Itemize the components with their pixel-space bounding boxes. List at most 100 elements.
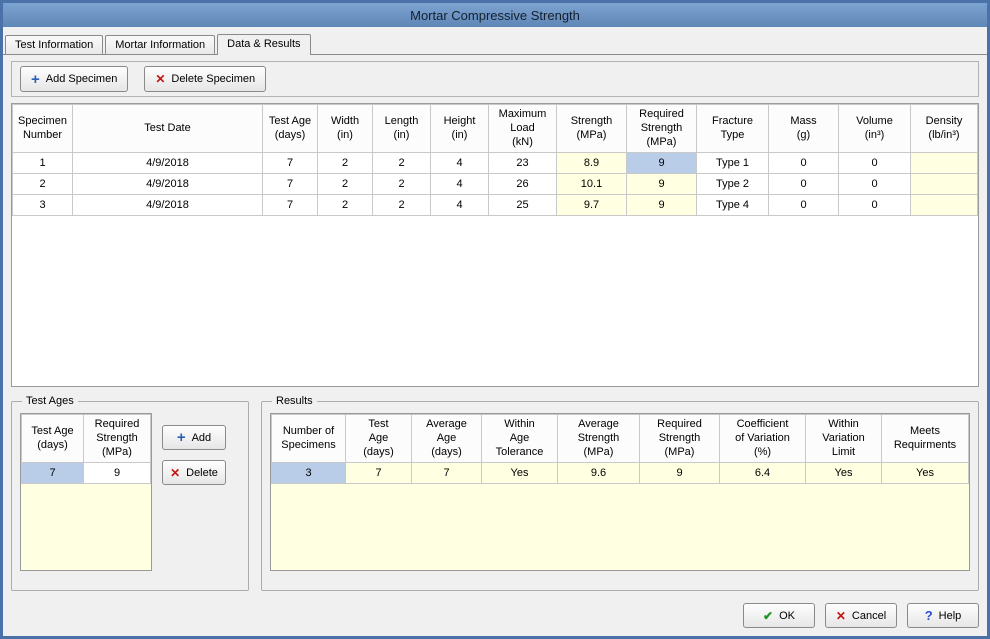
table-cell[interactable]: 7 bbox=[412, 463, 482, 484]
test-ages-title: Test Ages bbox=[22, 395, 78, 407]
table-cell[interactable]: 4/9/2018 bbox=[73, 174, 263, 195]
specimen-header-row: Specimen NumberTest DateTest Age (days)W… bbox=[13, 105, 978, 153]
column-header: Strength (MPa) bbox=[557, 105, 627, 153]
table-cell[interactable]: 0 bbox=[769, 153, 839, 174]
column-header: Required Strength (MPa) bbox=[84, 415, 151, 463]
column-header: Average Strength (MPa) bbox=[558, 415, 640, 463]
column-header: Mass (g) bbox=[769, 105, 839, 153]
table-cell[interactable]: 4/9/2018 bbox=[73, 153, 263, 174]
table-cell[interactable]: 0 bbox=[839, 174, 911, 195]
footer: ✔ OK ✕ Cancel ? Help bbox=[11, 595, 979, 628]
table-row: 14/9/20187224238.99Type 100 bbox=[13, 153, 978, 174]
table-cell[interactable]: 9 bbox=[640, 463, 720, 484]
tab-data-results[interactable]: Data & Results bbox=[217, 34, 310, 55]
table-cell[interactable]: 4 bbox=[431, 174, 489, 195]
table-cell[interactable]: 2 bbox=[318, 153, 373, 174]
cancel-icon: ✕ bbox=[836, 610, 846, 622]
table-cell[interactable]: 6.4 bbox=[720, 463, 806, 484]
ok-button[interactable]: ✔ OK bbox=[743, 603, 815, 628]
results-title: Results bbox=[272, 395, 317, 407]
help-label: Help bbox=[939, 610, 962, 622]
add-test-age-button[interactable]: + Add bbox=[162, 425, 226, 450]
dialog-window: Mortar Compressive Strength Test Informa… bbox=[0, 0, 990, 639]
table-cell[interactable]: 3 bbox=[272, 463, 346, 484]
results-grid: Number of SpecimensTest Age (days)Averag… bbox=[270, 413, 970, 571]
column-header: Maximum Load (kN) bbox=[489, 105, 557, 153]
column-header: Required Strength (MPa) bbox=[627, 105, 697, 153]
table-cell[interactable]: Type 1 bbox=[697, 153, 769, 174]
table-cell[interactable] bbox=[911, 153, 978, 174]
table-cell[interactable]: Type 2 bbox=[697, 174, 769, 195]
column-header: Height (in) bbox=[431, 105, 489, 153]
table-cell[interactable]: 9 bbox=[84, 463, 151, 484]
column-header: Test Age (days) bbox=[263, 105, 318, 153]
table-cell[interactable]: 9 bbox=[627, 153, 697, 174]
delete-test-age-button[interactable]: ✕ Delete bbox=[162, 460, 226, 485]
tab-mortar-information[interactable]: Mortar Information bbox=[105, 35, 215, 54]
table-row: 79 bbox=[22, 463, 151, 484]
table-cell[interactable]: 2 bbox=[373, 174, 431, 195]
table-cell[interactable]: 2 bbox=[373, 195, 431, 216]
delete-icon: ✕ bbox=[155, 73, 165, 85]
table-cell[interactable] bbox=[911, 174, 978, 195]
table-cell[interactable]: 0 bbox=[839, 195, 911, 216]
table-cell[interactable]: 2 bbox=[13, 174, 73, 195]
table-cell[interactable]: 25 bbox=[489, 195, 557, 216]
table-cell[interactable]: 2 bbox=[318, 195, 373, 216]
table-cell[interactable]: 23 bbox=[489, 153, 557, 174]
table-cell[interactable]: 9 bbox=[627, 174, 697, 195]
table-cell[interactable]: 8.9 bbox=[557, 153, 627, 174]
table-cell[interactable]: 9.7 bbox=[557, 195, 627, 216]
tab-strip: Test Information Mortar Information Data… bbox=[3, 27, 987, 55]
titlebar: Mortar Compressive Strength bbox=[3, 3, 987, 27]
table-cell[interactable]: 7 bbox=[22, 463, 84, 484]
specimen-grid: Specimen NumberTest DateTest Age (days)W… bbox=[11, 103, 979, 387]
table-cell[interactable]: Yes bbox=[806, 463, 882, 484]
table-cell[interactable]: 0 bbox=[769, 174, 839, 195]
table-cell[interactable] bbox=[911, 195, 978, 216]
table-cell[interactable]: 9 bbox=[627, 195, 697, 216]
table-cell[interactable]: 4 bbox=[431, 153, 489, 174]
table-cell[interactable]: Yes bbox=[482, 463, 558, 484]
column-header: Width (in) bbox=[318, 105, 373, 153]
table-cell[interactable]: Yes bbox=[882, 463, 969, 484]
ok-label: OK bbox=[779, 610, 795, 622]
column-header: Within Age Tolerance bbox=[482, 415, 558, 463]
table-cell[interactable]: 3 bbox=[13, 195, 73, 216]
table-cell[interactable]: 7 bbox=[346, 463, 412, 484]
bottom-panels: Test Ages Test Age (days)Required Streng… bbox=[11, 395, 979, 591]
test-ages-group: Test Ages Test Age (days)Required Streng… bbox=[11, 395, 249, 591]
column-header: Within Variation Limit bbox=[806, 415, 882, 463]
results-table: Number of SpecimensTest Age (days)Averag… bbox=[271, 414, 969, 484]
table-cell[interactable]: 4 bbox=[431, 195, 489, 216]
table-cell[interactable]: Type 4 bbox=[697, 195, 769, 216]
plus-icon: + bbox=[177, 430, 186, 445]
column-header: Required Strength (MPa) bbox=[640, 415, 720, 463]
delete-specimen-button[interactable]: ✕ Delete Specimen bbox=[144, 66, 266, 92]
tab-content: + Add Specimen ✕ Delete Specimen Specime… bbox=[3, 55, 987, 636]
column-header: Coefficient of Variation (%) bbox=[720, 415, 806, 463]
cancel-button[interactable]: ✕ Cancel bbox=[825, 603, 897, 628]
table-cell[interactable]: 26 bbox=[489, 174, 557, 195]
add-specimen-button[interactable]: + Add Specimen bbox=[20, 66, 128, 92]
table-cell[interactable]: 4/9/2018 bbox=[73, 195, 263, 216]
table-cell[interactable]: 2 bbox=[318, 174, 373, 195]
table-cell[interactable]: 2 bbox=[373, 153, 431, 174]
column-header: Test Date bbox=[73, 105, 263, 153]
test-ages-header-row: Test Age (days)Required Strength (MPa) bbox=[22, 415, 151, 463]
table-cell[interactable]: 0 bbox=[839, 153, 911, 174]
table-cell[interactable]: 1 bbox=[13, 153, 73, 174]
tab-test-information[interactable]: Test Information bbox=[5, 35, 103, 54]
delete-icon: ✕ bbox=[170, 467, 180, 479]
test-ages-buttons: + Add ✕ Delete bbox=[162, 413, 226, 582]
test-ages-table: Test Age (days)Required Strength (MPa) 7… bbox=[21, 414, 151, 484]
table-cell[interactable]: 9.6 bbox=[558, 463, 640, 484]
table-cell[interactable]: 10.1 bbox=[557, 174, 627, 195]
column-header: Meets Requirments bbox=[882, 415, 969, 463]
table-cell[interactable]: 7 bbox=[263, 195, 318, 216]
table-cell[interactable]: 7 bbox=[263, 153, 318, 174]
help-button[interactable]: ? Help bbox=[907, 603, 979, 628]
add-specimen-label: Add Specimen bbox=[46, 73, 118, 85]
table-cell[interactable]: 7 bbox=[263, 174, 318, 195]
table-cell[interactable]: 0 bbox=[769, 195, 839, 216]
